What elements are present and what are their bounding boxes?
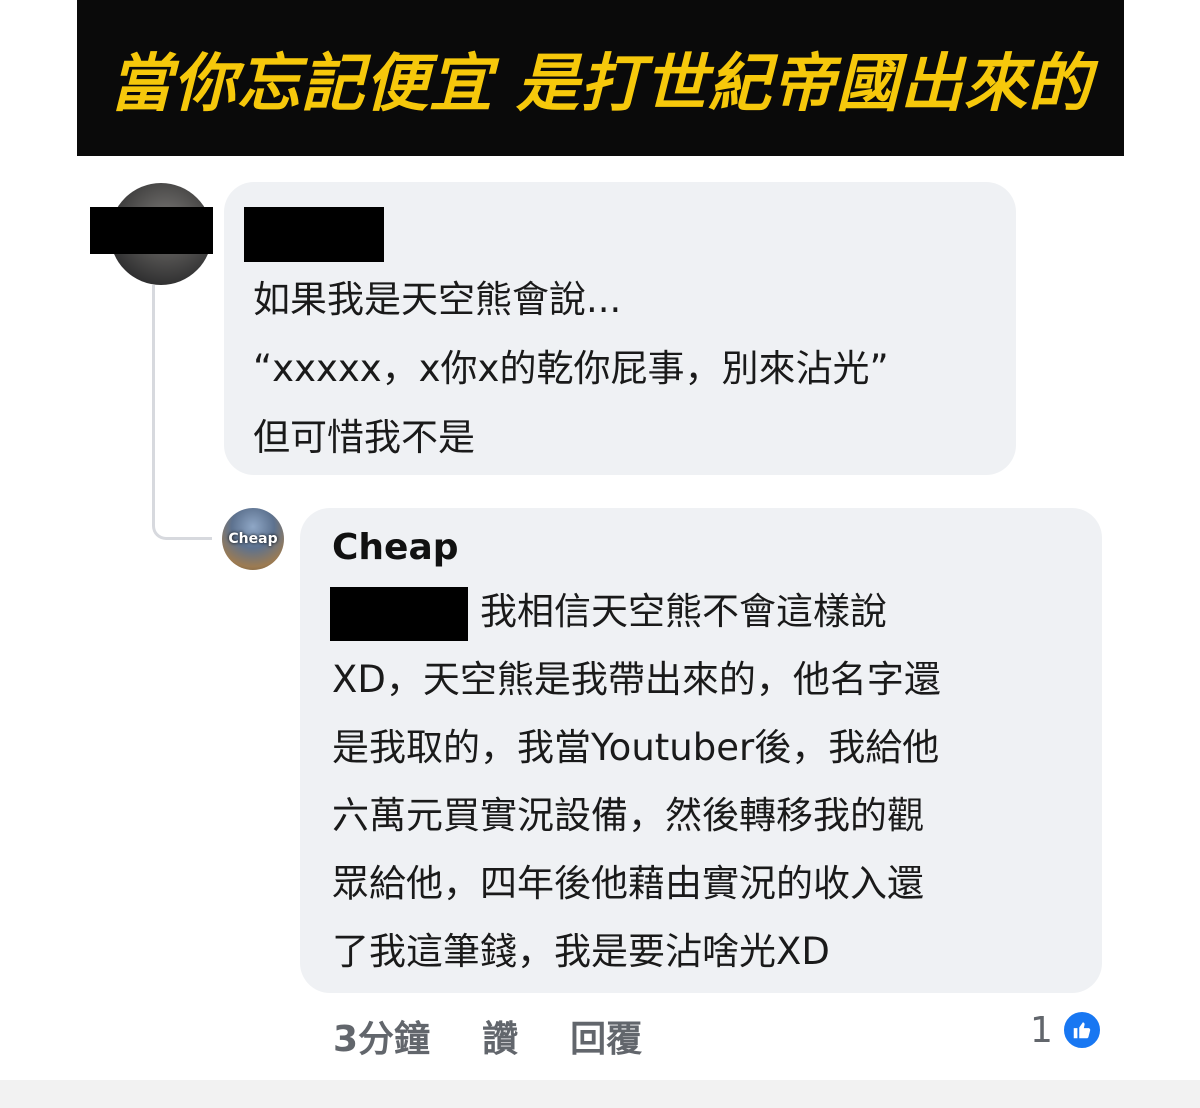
thumbs-up-icon[interactable] [1062,1010,1102,1050]
redacted-commenter-name [244,207,384,262]
cheap-avatar[interactable]: Cheap [222,508,284,570]
like-button[interactable]: 讚 [482,1010,518,1062]
title-banner: 當你忘記便宜 是打世紀帝國出來的 [77,0,1124,156]
comment-line: “xxxxx，x你x的乾你屁事，別來沾光” [253,347,889,390]
redaction-box [90,207,213,254]
page-footer-strip [0,1080,1200,1108]
reaction-count[interactable]: 1 [1030,1010,1053,1051]
reply-actions: 3分鐘 讚 回覆 [333,1010,642,1062]
avatar-label: Cheap [228,531,278,547]
reply-thread-line [152,285,212,540]
comment-line: 如果我是天空熊會說... [253,278,622,321]
reply-line: 是我取的，我當Youtuber後，我給他 [332,726,940,769]
reply-line: 了我這筆錢，我是要沾啥光XD [332,930,830,973]
comment-line: 但可惜我不是 [253,416,475,459]
reply-line: 眾給他，四年後他藉由實況的收入還 [332,862,924,905]
banner-title: 當你忘記便宜 是打世紀帝國出來的 [109,46,1092,120]
reply-button[interactable]: 回覆 [570,1010,642,1062]
reply-line: 六萬元買實況設備，然後轉移我的觀 [332,794,924,837]
comment-body: 如果我是天空熊會說... “xxxxx，x你x的乾你屁事，別來沾光” 但可惜我不… [253,265,889,472]
reply-line: 我相信天空熊不會這樣說 [480,590,887,633]
reply-author-name[interactable]: Cheap [332,527,459,568]
reply-line: XD，天空熊是我帶出來的，他名字還 [332,658,941,701]
reply-body: 我相信天空熊不會這樣說 XD，天空熊是我帶出來的，他名字還 是我取的，我當You… [332,578,941,986]
timestamp[interactable]: 3分鐘 [333,1010,430,1062]
